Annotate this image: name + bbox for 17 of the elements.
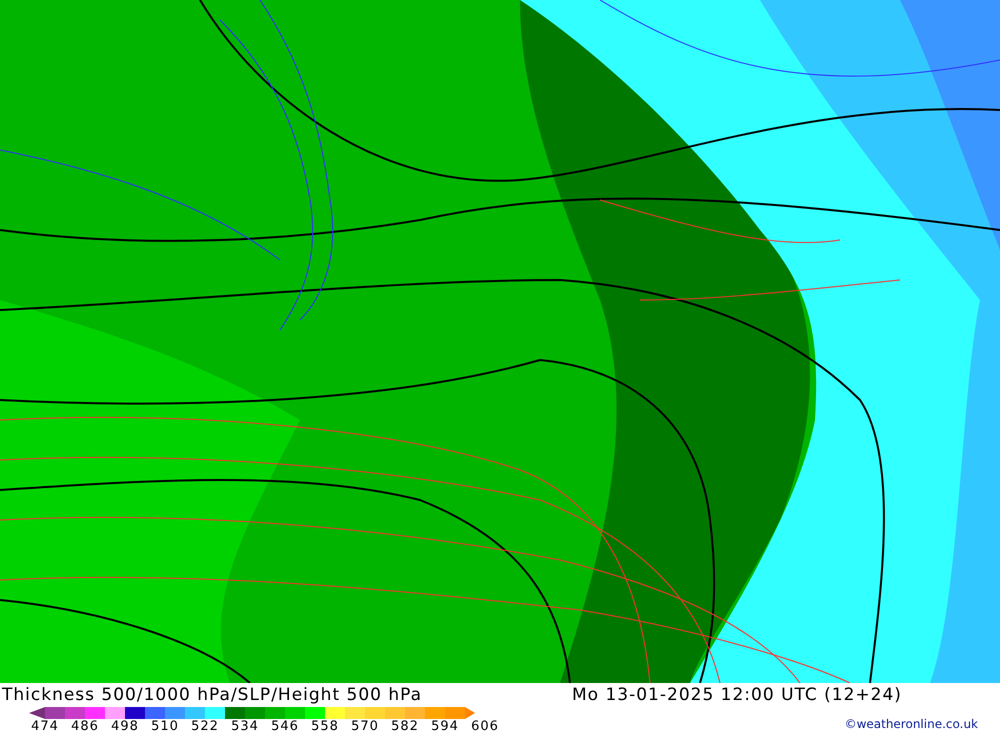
map-title: Thickness 500/1000 hPa/SLP/Height 500 hPa [1, 685, 424, 705]
legend-tick-label: 498 [111, 719, 139, 733]
legend-tick-label: 558 [311, 719, 339, 733]
legend-tick-label: 534 [231, 719, 259, 733]
valid-time: Mo 13-01-2025 12:00 UTC (12+24) [572, 685, 902, 705]
legend-tick-label: 546 [271, 719, 299, 733]
legend-tick-label: 594 [431, 719, 459, 733]
legend-tick-label: 474 [31, 719, 59, 733]
left-arrow-icon [29, 707, 45, 719]
legend-tick-label: 522 [191, 719, 219, 733]
legend-tick-label: 510 [151, 719, 179, 733]
legend-tick-label: 570 [351, 719, 379, 733]
legend-tick-label: 582 [391, 719, 419, 733]
copyright-text: ©weatheronline.co.uk [844, 716, 979, 731]
right-arrow-icon [465, 707, 475, 719]
legend-tick-label: 606 [471, 719, 499, 733]
legend-tick-label: 486 [71, 719, 99, 733]
